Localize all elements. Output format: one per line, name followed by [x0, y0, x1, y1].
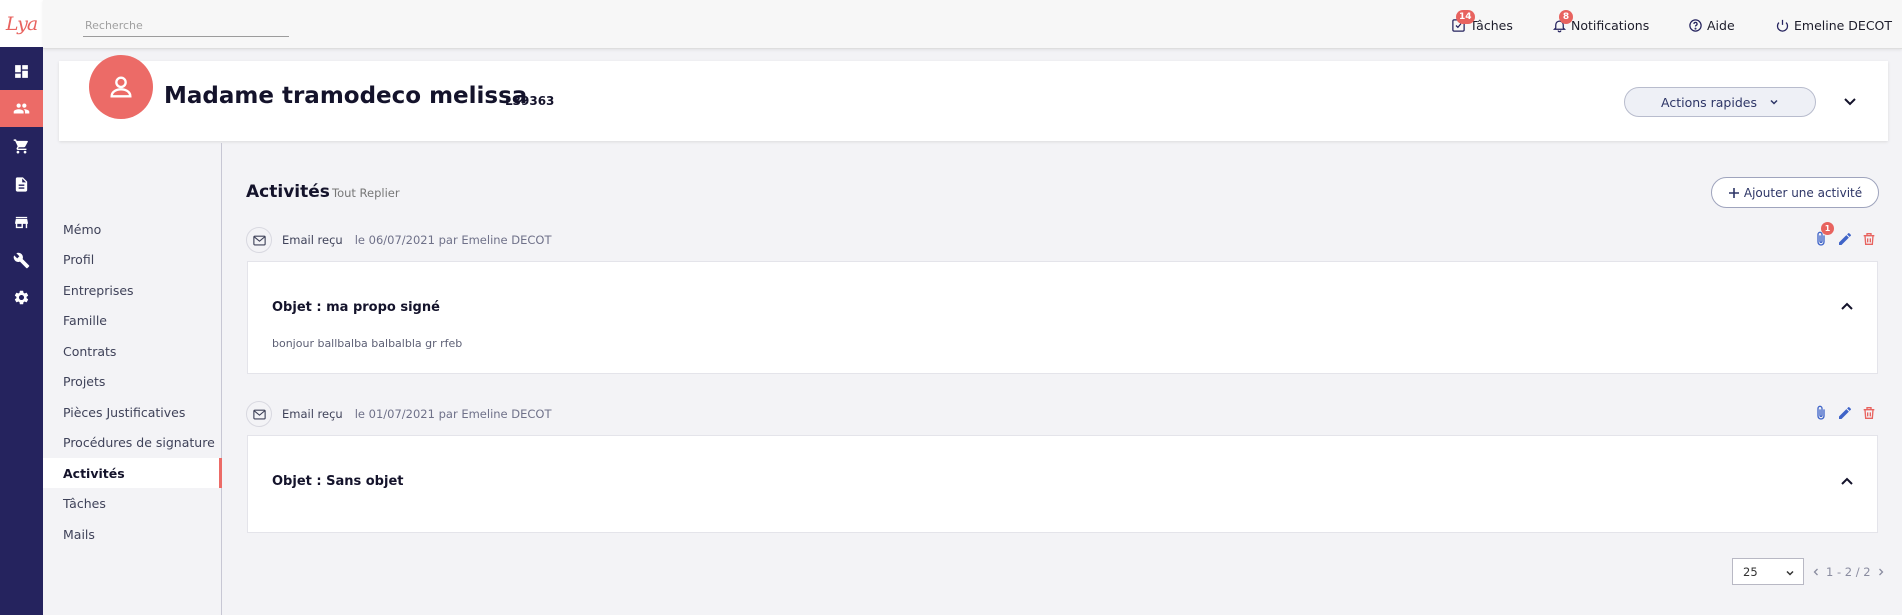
chevron-left-icon	[1813, 568, 1818, 576]
expand-header-icon[interactable]	[1842, 93, 1858, 109]
tasks-label: Tâches	[1470, 17, 1513, 33]
nav-settings[interactable]	[0, 279, 43, 316]
contact-section-menu: Mémo Profil Entreprises Famille Contrats…	[43, 143, 222, 615]
activity-body: bonjour ballbalba balbalbla gr rfeb	[272, 337, 463, 350]
attachments-button[interactable]: 1	[1813, 222, 1834, 251]
chevron-up-icon[interactable]	[1839, 474, 1855, 490]
people-icon	[13, 103, 30, 114]
nav-tools[interactable]	[0, 242, 43, 279]
menu-item-profil[interactable]: Profil	[43, 244, 222, 274]
activity-date: le 06/07/2021 par Emeline DECOT	[354, 233, 552, 247]
user-icon	[110, 76, 132, 98]
edit-activity-button[interactable]	[1837, 405, 1855, 425]
tasks-button[interactable]: 14 Tâches	[1451, 10, 1513, 35]
cart-icon	[13, 139, 28, 154]
activity-tools: 1	[1813, 222, 1879, 251]
menu-item-memo[interactable]: Mémo	[43, 214, 222, 244]
help-icon	[1689, 18, 1702, 32]
page-range: 1 - 2 / 2	[1826, 565, 1871, 579]
paperclip-icon	[1817, 405, 1825, 420]
collapse-all-link[interactable]: Tout Replier	[332, 186, 400, 200]
contact-header: Madame tramodeco melissa L39363 Actions …	[59, 55, 1888, 141]
pencil-icon	[1839, 406, 1852, 419]
menu-item-procedures-signature[interactable]: Procédures de signature	[43, 427, 222, 457]
search-input[interactable]	[83, 14, 289, 37]
help-button[interactable]: Aide	[1688, 15, 1735, 35]
edit-activity-button[interactable]	[1837, 231, 1855, 251]
chevron-down-icon	[1786, 570, 1794, 576]
next-page-button[interactable]	[1875, 564, 1887, 580]
top-bar: 14 Tâches 8 Notifications Aide Emeline D…	[43, 0, 1902, 49]
tools-icon	[13, 252, 30, 269]
nav-store[interactable]	[0, 204, 43, 241]
activity-tools	[1813, 405, 1879, 425]
gear-icon	[14, 290, 29, 305]
activity-subject: Objet : Sans objet	[272, 474, 404, 489]
nav-contacts[interactable]	[0, 90, 43, 127]
activity-type-badge	[246, 401, 272, 427]
document-icon	[15, 177, 28, 192]
pencil-icon	[1839, 232, 1852, 245]
page-size-select[interactable]: 25	[1732, 558, 1804, 585]
activity-type: Email reçu	[282, 233, 343, 247]
menu-item-taches[interactable]: Tâches	[43, 488, 222, 518]
chevron-down-icon	[1770, 99, 1778, 105]
add-activity-button[interactable]: Ajouter une activité	[1711, 177, 1879, 208]
plus-icon	[1728, 187, 1739, 198]
menu-item-entreprises[interactable]: Entreprises	[43, 275, 222, 305]
contact-reference: L39363	[505, 94, 555, 108]
activities-title: Activités	[246, 182, 330, 202]
attachments-button[interactable]	[1813, 405, 1831, 425]
previous-page-button[interactable]	[1810, 564, 1822, 580]
mail-icon	[252, 235, 266, 245]
mail-icon	[252, 409, 266, 419]
logo-text: Lya	[5, 12, 38, 35]
menu-item-pieces-justificatives[interactable]: Pièces Justificatives	[43, 397, 222, 427]
pagination: 1 - 2 / 2	[1810, 564, 1887, 580]
user-menu-button[interactable]: Emeline DECOT	[1775, 15, 1892, 35]
activity-card: Objet : ma propo signé bonjour ballbalba…	[247, 261, 1878, 374]
trash-icon	[1863, 233, 1875, 245]
app-logo[interactable]: Lya	[0, 0, 43, 47]
menu-item-contrats[interactable]: Contrats	[43, 336, 222, 366]
notifications-label: Notifications	[1571, 17, 1650, 33]
activity-subject: Objet : ma propo signé	[272, 300, 440, 315]
page-size-value: 25	[1743, 564, 1758, 579]
tasks-badge: 14	[1456, 10, 1475, 24]
delete-activity-button[interactable]	[1861, 405, 1879, 425]
store-icon	[15, 216, 28, 229]
notifications-badge: 8	[1559, 10, 1573, 24]
add-activity-label: Ajouter une activité	[1743, 185, 1863, 200]
power-icon	[1776, 19, 1789, 32]
activity-meta: Email reçu le 06/07/2021 par Emeline DEC…	[246, 227, 552, 253]
chevron-right-icon	[1878, 568, 1884, 576]
activity-card: Objet : Sans objet	[247, 435, 1878, 533]
delete-activity-button[interactable]	[1861, 231, 1879, 251]
contact-name: Madame tramodeco melissa	[164, 83, 528, 109]
dashboard-icon	[15, 65, 28, 78]
help-label: Aide	[1707, 17, 1735, 33]
nav-documents[interactable]	[0, 166, 43, 203]
nav-sales[interactable]	[0, 128, 43, 165]
avatar	[89, 55, 153, 119]
activity-type-badge	[246, 227, 272, 253]
quick-actions-dropdown[interactable]: Actions rapides	[1624, 87, 1816, 117]
menu-item-famille[interactable]: Famille	[43, 305, 222, 335]
quick-actions-label: Actions rapides	[1661, 94, 1757, 110]
user-name: Emeline DECOT	[1794, 17, 1893, 33]
activity-type: Email reçu	[282, 407, 343, 421]
menu-item-activites[interactable]: Activités	[43, 458, 222, 488]
attachments-badge: 1	[1821, 222, 1834, 235]
main-nav-rail: Lya	[0, 0, 43, 615]
menu-item-mails[interactable]: Mails	[43, 519, 222, 549]
trash-icon	[1863, 407, 1875, 419]
activity-meta: Email reçu le 01/07/2021 par Emeline DEC…	[246, 401, 552, 427]
menu-item-projets[interactable]: Projets	[43, 366, 222, 396]
activity-date: le 01/07/2021 par Emeline DECOT	[354, 407, 552, 421]
notifications-button[interactable]: 8 Notifications	[1552, 10, 1650, 35]
nav-dashboard[interactable]	[0, 53, 43, 90]
chevron-up-icon[interactable]	[1839, 299, 1855, 315]
